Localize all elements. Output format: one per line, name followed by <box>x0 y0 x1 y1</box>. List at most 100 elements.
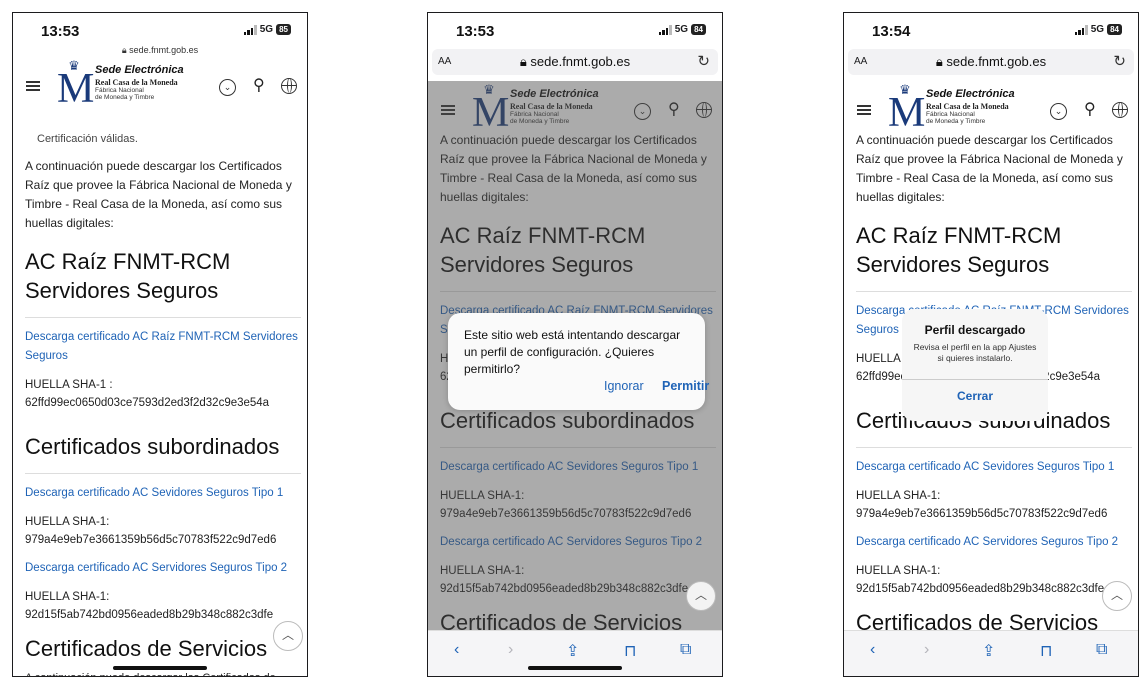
home-indicator <box>528 666 622 670</box>
site-brand: Sede Electrónica Real Casa de la Moneda … <box>926 88 1036 125</box>
lock-icon: 🔒︎ <box>935 54 947 69</box>
heading-root: AC Raíz FNMT-RCM Servidores Seguros <box>25 249 231 303</box>
status-time: 13:53 <box>456 23 495 40</box>
share-icon[interactable]: ⇪ <box>566 641 579 661</box>
scroll-top-icon[interactable]: ︿ <box>686 581 716 611</box>
scroll-top-icon[interactable]: ︿ <box>273 621 303 651</box>
status-bar: 13:54 5G 84 <box>844 13 1138 47</box>
search-icon[interactable]: ⚲ <box>253 75 265 95</box>
share-icon[interactable]: ⇪ <box>982 641 995 661</box>
browser-toolbar: ‹ › ⇪ ⊓ ⧉ <box>844 630 1138 676</box>
phone-screen-2: 13:53 5G 84 AA 🔒︎ sede.fnmt.gob.es ↻ ♛ M … <box>427 12 723 677</box>
hash-sub2: HUELLA SHA-1: 92d15f5ab742bd0956eaded8b29… <box>856 565 1105 595</box>
divider <box>25 317 301 318</box>
phone-screen-3: 13:54 5G 84 AA 🔒︎ sede.fnmt.gob.es ↻ ♛ M … <box>843 12 1139 677</box>
battery-icon: 84 <box>691 24 706 35</box>
site-line2: Fábrica Nacional <box>95 87 144 94</box>
globe-icon[interactable] <box>281 78 297 94</box>
link-sub2[interactable]: Descarga certificado AC Servidores Segur… <box>856 533 1132 552</box>
search-icon[interactable]: ⚲ <box>1084 99 1096 119</box>
hash-sub1: HUELLA SHA-1: 979a4e9eb7e3661359b56d5c707… <box>25 516 277 546</box>
status-bar: 13:53 5G 84 <box>428 13 722 47</box>
heading-serv: Certificados de Servicios <box>25 636 268 661</box>
allow-button[interactable]: Permitir <box>662 379 709 393</box>
alert-message: Revisa el perfil en la app Ajustes si qu… <box>913 342 1037 363</box>
status-time: 13:54 <box>872 23 911 40</box>
link-sub2[interactable]: Descarga certificado AC Servidores Segur… <box>25 559 301 578</box>
signal-icon <box>1074 24 1088 35</box>
scroll-top-icon[interactable]: ︿ <box>1102 581 1132 611</box>
status-icons: 5G 85 <box>243 24 291 35</box>
reload-icon[interactable]: ↻ <box>1113 52 1126 70</box>
status-icons: 5G 84 <box>658 24 706 35</box>
chevron-down-icon[interactable]: ⌄ <box>1050 103 1067 120</box>
divider <box>856 447 1132 448</box>
divider <box>856 291 1132 292</box>
bookmarks-icon[interactable]: ⊓ <box>624 641 636 661</box>
site-line1: Real Casa de la Moneda <box>926 102 1009 111</box>
divider <box>25 473 301 474</box>
hash-root: HUELLA SHA-1 :62ffd99ec0650d03ce7593d2ed… <box>25 379 270 409</box>
tabs-icon[interactable]: ⧉ <box>680 641 691 659</box>
bookmarks-icon[interactable]: ⊓ <box>1040 641 1052 661</box>
network-type: 5G <box>259 24 274 35</box>
globe-icon[interactable] <box>1112 102 1128 118</box>
tabs-icon[interactable]: ⧉ <box>1096 641 1107 659</box>
compact-url-bar[interactable]: 🔒︎ sede.fnmt.gob.es <box>13 45 307 56</box>
partial-text: Certificación válidas. <box>37 133 138 145</box>
battery-icon: 84 <box>1107 24 1122 35</box>
signal-icon <box>243 24 257 35</box>
ignore-button[interactable]: Ignorar <box>604 379 644 393</box>
heading-root: AC Raíz FNMT-RCM Servidores Seguros <box>856 223 1062 277</box>
menu-icon[interactable] <box>26 81 40 91</box>
forward-icon[interactable]: › <box>508 641 513 659</box>
alert-divider <box>902 379 1048 380</box>
site-line3: de Moneda y Timbre <box>95 94 155 101</box>
close-button[interactable]: Cerrar <box>902 389 1048 403</box>
battery-icon: 85 <box>276 24 291 35</box>
menu-icon[interactable] <box>857 105 871 115</box>
status-bar: 13:53 5G 85 <box>13 13 307 47</box>
link-root-cert[interactable]: Descarga certificado AC Raíz FNMT-RCM Se… <box>25 328 301 366</box>
alert-title: Perfil descargado <box>924 323 1026 337</box>
fnmt-logo[interactable]: ♛ M <box>57 59 94 110</box>
intro-text: A continuación puede descargar los Certi… <box>856 133 1123 204</box>
link-sub1[interactable]: Descarga certificado AC Sevidores Seguro… <box>856 458 1132 477</box>
intro-text: A continuación puede descargar los Certi… <box>25 159 292 230</box>
address-bar[interactable]: AA 🔒︎ sede.fnmt.gob.es ↻ <box>848 49 1134 75</box>
forward-icon[interactable]: › <box>924 641 929 659</box>
hash-sub1: HUELLA SHA-1: 979a4e9eb7e3661359b56d5c707… <box>856 490 1108 520</box>
phone-screen-1: 13:53 5G 85 🔒︎ sede.fnmt.gob.es ♛ M Sede … <box>12 12 308 677</box>
site-header: ♛ M Sede Electrónica Real Casa de la Mone… <box>13 59 307 115</box>
home-indicator <box>113 666 207 670</box>
address-bar[interactable]: AA 🔒︎ sede.fnmt.gob.es ↻ <box>432 49 718 75</box>
url-text: sede.fnmt.gob.es <box>530 54 631 69</box>
chevron-down-icon[interactable]: ⌄ <box>219 79 236 96</box>
site-name: Sede Electrónica <box>95 64 184 76</box>
status-time: 13:53 <box>41 23 80 40</box>
url-text: sede.fnmt.gob.es <box>129 45 199 55</box>
network-type: 5G <box>1090 24 1105 35</box>
back-icon[interactable]: ‹ <box>454 641 459 659</box>
status-icons: 5G 84 <box>1074 24 1122 35</box>
fnmt-logo[interactable]: ♛ M <box>888 83 925 134</box>
network-type: 5G <box>674 24 689 35</box>
back-icon[interactable]: ‹ <box>870 641 875 659</box>
serv-text: A continuación puede descargar los Certi… <box>25 669 301 676</box>
profile-downloaded-alert: Perfil descargado Revisa el perfil en la… <box>902 309 1048 421</box>
site-line1: Real Casa de la Moneda <box>95 78 178 87</box>
url-text: sede.fnmt.gob.es <box>946 54 1047 69</box>
signal-icon <box>658 24 672 35</box>
heading-sub: Certificados subordinados <box>25 434 280 459</box>
site-line2: Fábrica Nacional <box>926 111 975 118</box>
alert-message: Este sitio web está intentando descargar… <box>464 328 681 376</box>
lock-icon: 🔒︎ <box>519 54 531 69</box>
hash-sub2: HUELLA SHA-1: 92d15f5ab742bd0956eaded8b29… <box>25 591 274 621</box>
site-brand: Sede Electrónica Real Casa de la Moneda … <box>95 64 205 101</box>
reload-icon[interactable]: ↻ <box>697 52 710 70</box>
site-name: Sede Electrónica <box>926 88 1015 100</box>
download-profile-alert: Este sitio web está intentando descargar… <box>448 313 709 410</box>
link-sub1[interactable]: Descarga certificado AC Sevidores Seguro… <box>25 484 301 503</box>
site-line3: de Moneda y Timbre <box>926 118 986 125</box>
page-content: Certificación válidas. A continuación pu… <box>25 131 301 676</box>
